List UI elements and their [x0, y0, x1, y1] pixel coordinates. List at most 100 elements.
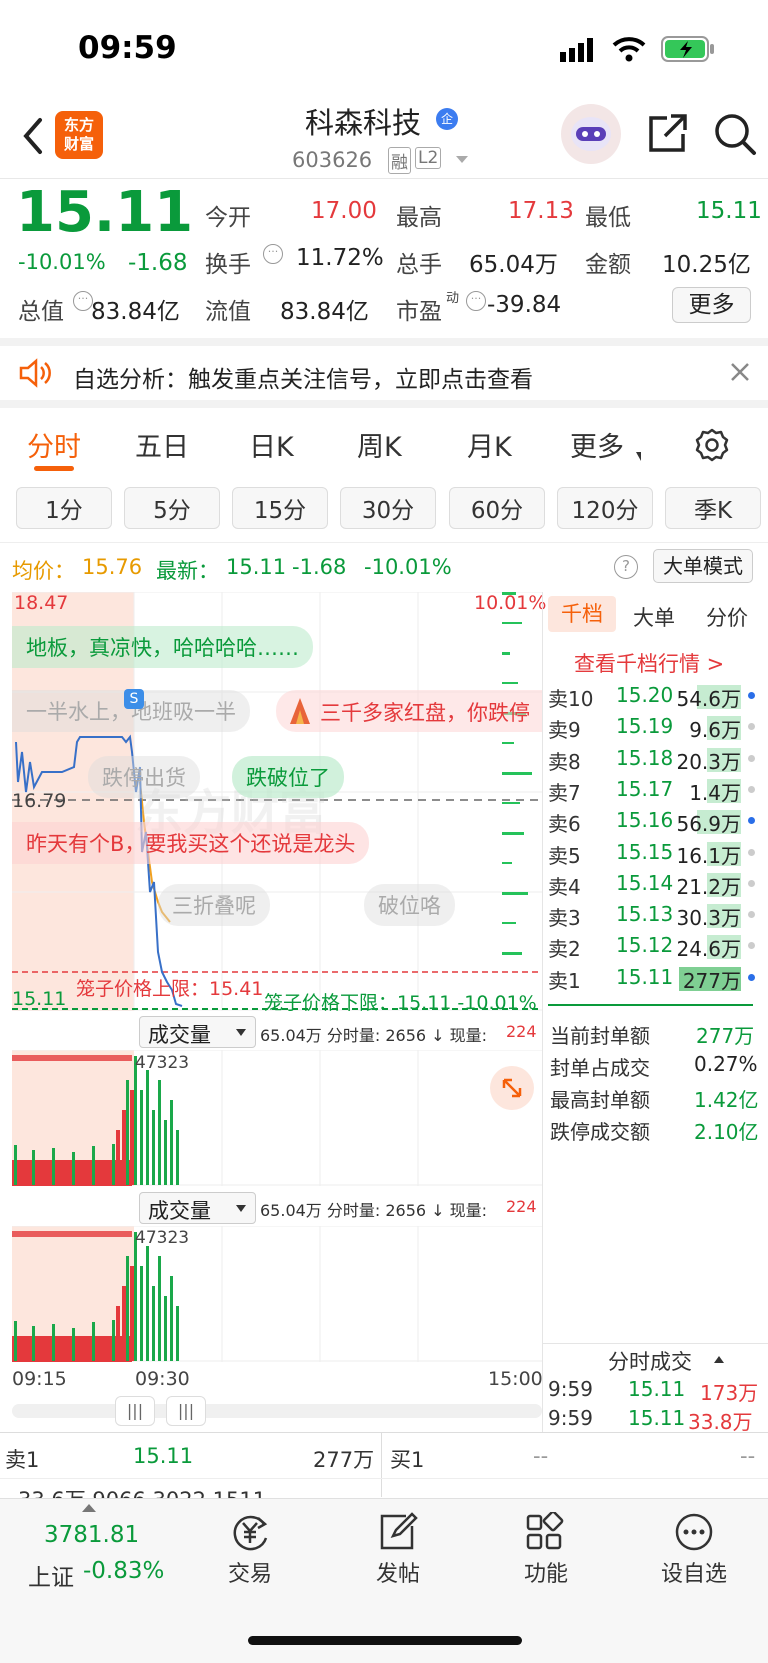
- divider: [0, 542, 768, 543]
- trade-yen-icon[interactable]: [228, 1512, 272, 1552]
- orderbook-row[interactable]: 卖1 15.11 277万: [548, 964, 755, 995]
- ask-level-label: 卖1: [548, 968, 581, 993]
- tab-intraday[interactable]: 分时: [27, 425, 81, 464]
- nav-functions-label[interactable]: 功能: [481, 1556, 611, 1588]
- tab-monthly[interactable]: 月K: [467, 425, 512, 464]
- stat-label: 最高封单额: [550, 1088, 650, 1112]
- back-icon[interactable]: [18, 116, 48, 156]
- comment-bubble[interactable]: 破位咯: [364, 884, 455, 926]
- volume-peak: 47323: [135, 1228, 190, 1248]
- orderbook-row[interactable]: 卖2 15.12 24.6万: [548, 933, 755, 963]
- nav-post-label[interactable]: 发帖: [333, 1556, 463, 1588]
- period-120min-button[interactable]: 120分: [557, 487, 653, 529]
- more-button[interactable]: 更多: [672, 287, 751, 323]
- expand-icon[interactable]: [490, 1066, 534, 1110]
- search-icon[interactable]: [713, 112, 757, 156]
- chevron-down-icon: [236, 1205, 246, 1212]
- tab-daily[interactable]: 日K: [249, 425, 294, 464]
- status-time: 09:59: [78, 30, 177, 66]
- battery-icon: [661, 36, 715, 62]
- ask-volume: 56.9万: [676, 812, 741, 837]
- add-watchlist-icon[interactable]: [672, 1512, 716, 1552]
- nav-trade-label[interactable]: 交易: [185, 1556, 315, 1588]
- settings-gear-icon[interactable]: [694, 427, 730, 463]
- ask-price: 15.15: [616, 839, 674, 864]
- orderbook-row[interactable]: 卖5 15.15 16.1万: [548, 839, 755, 870]
- ask-level-label: 卖6: [548, 812, 581, 837]
- assistant-avatar[interactable]: [561, 104, 621, 164]
- comment-bubble[interactable]: 跌破位了: [232, 756, 344, 798]
- ask-price: 15.18: [616, 745, 674, 770]
- volume-selector-2[interactable]: 成交量: [139, 1192, 256, 1224]
- nav-add-watchlist-label[interactable]: 设自选: [629, 1556, 759, 1588]
- comment-bubble[interactable]: 昨天有个B，要我买这个还说是龙头: [12, 822, 370, 864]
- field-label: 流值: [205, 299, 251, 325]
- banner-text: 自选分析：触发重点关注信号，立即点击查看: [73, 367, 533, 393]
- ask-price: 15.16: [616, 808, 674, 833]
- app-logo: 东方 财富: [55, 111, 103, 159]
- period-5min-button[interactable]: 5分: [124, 487, 220, 529]
- margin-badge: 融: [388, 147, 411, 174]
- ask-level-label: 卖7: [548, 780, 581, 805]
- period-30min-button[interactable]: 30分: [340, 487, 436, 529]
- comment-bubble[interactable]: 跌停出货: [88, 756, 200, 798]
- row-dot-icon: [748, 973, 755, 981]
- big-order-mode-button[interactable]: 大单模式: [653, 549, 753, 583]
- tab-orderbook-depth[interactable]: 千档: [548, 596, 616, 632]
- functions-grid-icon[interactable]: [524, 1510, 568, 1552]
- view-depth-link[interactable]: 查看千档行情 >: [574, 648, 724, 678]
- comment-bubble[interactable]: 三折叠呢: [158, 884, 270, 926]
- close-icon[interactable]: [728, 360, 752, 384]
- range-handle-left[interactable]: |||: [115, 1396, 155, 1426]
- ask-price: 15.11: [616, 964, 674, 989]
- buy1-volume: --: [740, 1444, 756, 1468]
- ticks-title[interactable]: 分时成交: [608, 1346, 692, 1376]
- period-1min-button[interactable]: 1分: [16, 487, 112, 529]
- orderbook-row[interactable]: 卖9 15.19 9.6万: [548, 714, 755, 744]
- tab-five-day[interactable]: 五日: [135, 425, 189, 464]
- comment-bubble-clip[interactable]: 三千多家红盘，你跌停: [276, 690, 542, 732]
- index-value[interactable]: 3781.81: [44, 1522, 139, 1548]
- help-icon[interactable]: ?: [614, 555, 638, 579]
- field-label: 今开: [205, 205, 251, 231]
- ask-level-label: 卖3: [548, 906, 581, 931]
- chart-scrollbar[interactable]: [12, 1404, 542, 1418]
- period-60min-button[interactable]: 60分: [449, 487, 545, 529]
- chevron-down-icon[interactable]: [456, 156, 468, 163]
- tab-big-orders[interactable]: 大单: [633, 602, 675, 632]
- tab-weekly[interactable]: 周K: [357, 425, 402, 464]
- tick-volume: 173万: [700, 1381, 759, 1405]
- post-edit-icon[interactable]: [376, 1512, 420, 1552]
- tick-price: 15.11: [628, 1377, 686, 1401]
- volume-chart-2: [12, 1225, 542, 1362]
- caret-up-icon: [82, 1504, 96, 1512]
- divider: [0, 1432, 768, 1433]
- orderbook-row[interactable]: 卖8 15.18 20.3万: [548, 745, 755, 776]
- tab-more[interactable]: 更多: [570, 425, 624, 464]
- share-icon[interactable]: [647, 112, 689, 154]
- upper-limit-label: 笼子价格上限：15.41: [76, 978, 264, 1000]
- info-icon[interactable]: ···: [73, 291, 93, 311]
- app-screen: 09:59 东方 财富 科森科技 企 603626 融 L2 15.11 -10…: [0, 0, 768, 1663]
- range-handle-right[interactable]: |||: [166, 1396, 206, 1426]
- row-dot-icon: [748, 879, 755, 887]
- volume-selector-1[interactable]: 成交量: [139, 1016, 256, 1048]
- comment-bubble[interactable]: 地板，真凉快，哈哈哈哈……: [12, 626, 313, 668]
- orderbook-divider: [548, 1004, 753, 1006]
- info-icon[interactable]: ···: [466, 291, 486, 311]
- orderbook-row[interactable]: 卖10 15.20 54.6万: [548, 683, 755, 713]
- period-15min-button[interactable]: 15分: [232, 487, 328, 529]
- orderbook-row[interactable]: 卖3 15.13 30.3万: [548, 902, 755, 932]
- period-season-button[interactable]: 季K: [665, 487, 761, 529]
- orderbook-row[interactable]: 卖7 15.17 1.4万: [548, 777, 755, 807]
- info-icon[interactable]: ···: [263, 244, 283, 264]
- row-dot-icon: [748, 848, 755, 856]
- chart-top-percent: 10.01%: [474, 592, 547, 614]
- speaker-icon: [18, 358, 54, 388]
- field-value: 17.00: [311, 198, 377, 224]
- orderbook-row[interactable]: 卖6 15.16 56.9万: [548, 808, 755, 838]
- sell1-label: 卖1: [5, 1448, 40, 1472]
- chevron-down-icon: [236, 1029, 246, 1036]
- orderbook-row[interactable]: 卖4 15.14 21.2万: [548, 871, 755, 901]
- tab-price-distribution[interactable]: 分价: [706, 602, 748, 632]
